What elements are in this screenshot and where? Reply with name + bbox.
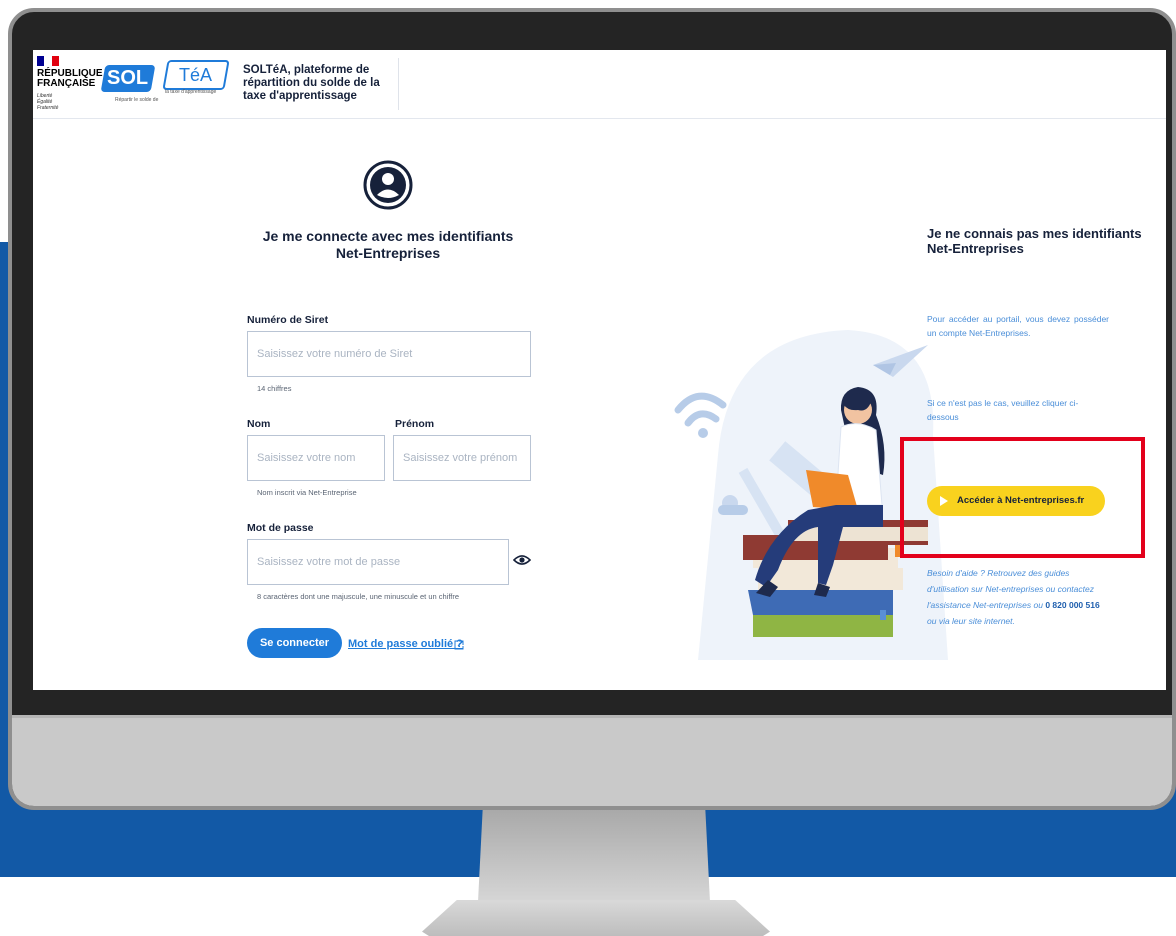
siret-input[interactable] bbox=[247, 331, 531, 377]
external-link-icon[interactable] bbox=[454, 640, 464, 650]
logo-tagline-2: la taxe d'apprentissage bbox=[165, 89, 217, 95]
info-text-2: Si ce n'est pas le cas, veuillez cliquer… bbox=[927, 398, 1079, 422]
logo-tea-text: TéA bbox=[179, 65, 213, 85]
no-account-title-line2: Net-Entreprises bbox=[927, 241, 1024, 256]
siret-label: Numéro de Siret bbox=[247, 314, 329, 326]
gov-motto: Liberté Égalité Fraternité bbox=[37, 93, 59, 111]
logo-sol[interactable]: SOL bbox=[100, 65, 156, 92]
nom-input[interactable] bbox=[247, 435, 385, 481]
user-circle-icon bbox=[363, 160, 413, 210]
login-title-line2: Net-Entreprises bbox=[335, 245, 441, 261]
logo-tea[interactable]: TéA bbox=[162, 60, 230, 90]
help-text: Besoin d'aide ? Retrouvez des guides d'u… bbox=[927, 565, 1109, 629]
monitor-stand-foot bbox=[422, 900, 770, 936]
password-label: Mot de passe bbox=[247, 522, 314, 534]
gov-name-line2: FRANÇAISE bbox=[37, 78, 96, 89]
forgot-password-link[interactable]: Mot de passe oublié ? bbox=[348, 638, 463, 650]
prenom-input[interactable] bbox=[393, 435, 531, 481]
siret-hint: 14 chiffres bbox=[257, 384, 292, 393]
french-flag-icon bbox=[37, 56, 59, 66]
header-divider bbox=[398, 58, 399, 110]
no-account-title: Je ne connais pas mes identifiants Net-E… bbox=[927, 226, 1157, 256]
highlight-box bbox=[900, 437, 1145, 558]
monitor-stand-neck bbox=[478, 810, 710, 902]
login-title-line1: Je me connecte avec mes identifiants bbox=[262, 228, 514, 244]
site-header: RÉPUBLIQUE FRANÇAISE Liberté Égalité Fra… bbox=[33, 50, 1166, 119]
prenom-label: Prénom bbox=[395, 418, 435, 430]
password-input[interactable] bbox=[247, 539, 509, 585]
screen: RÉPUBLIQUE FRANÇAISE Liberté Égalité Fra… bbox=[33, 50, 1166, 690]
gov-name: RÉPUBLIQUE FRANÇAISE bbox=[37, 69, 107, 89]
no-account-title-line1: Je ne connais pas mes identifiants bbox=[927, 226, 1142, 241]
help-phone[interactable]: 0 820 000 516 bbox=[1045, 600, 1099, 610]
monitor-chin bbox=[12, 715, 1172, 806]
password-hint: 8 caractères dont une majuscule, une min… bbox=[257, 592, 460, 601]
help-suffix: ou via leur site internet. bbox=[927, 616, 1015, 626]
app-title: SOLTéA, plateforme de répartition du sol… bbox=[243, 64, 380, 102]
connect-button[interactable]: Se connecter bbox=[247, 628, 342, 658]
nom-label: Nom bbox=[247, 418, 271, 430]
eye-icon[interactable] bbox=[513, 553, 531, 567]
logo-tagline-1: Répartir le solde de bbox=[115, 97, 159, 103]
login-title: Je me connecte avec mes identifiants Net… bbox=[223, 228, 553, 262]
logo-sol-text: SOL bbox=[107, 67, 149, 89]
nom-hint: Nom inscrit via Net-Entreprise bbox=[257, 488, 357, 497]
info-text-1: Pour accéder au portail, vous devez poss… bbox=[927, 314, 1109, 338]
